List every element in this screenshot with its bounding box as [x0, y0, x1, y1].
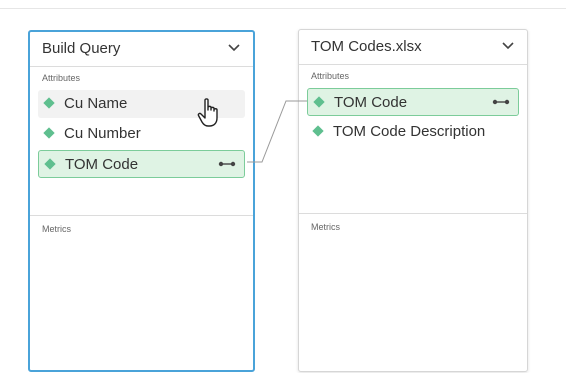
attribute-item-tom-code[interactable]: TOM Code [307, 88, 519, 116]
panel-title: Build Query [42, 40, 121, 57]
attribute-label: Cu Number [64, 125, 141, 142]
attribute-icon [44, 158, 56, 170]
tom-codes-panel: TOM Codes.xlsx Attributes TOM Code TOM C… [298, 29, 528, 372]
attribute-icon [313, 96, 325, 108]
attributes-section-label: Attributes [42, 73, 81, 83]
attribute-icon [43, 127, 55, 139]
attributes-section-label: Attributes [311, 71, 350, 81]
attribute-label: TOM Code [334, 94, 408, 111]
hand-pointer-icon [197, 98, 218, 127]
attribute-item-tom-code-description[interactable]: TOM Code Description [307, 118, 519, 146]
panel-title: TOM Codes.xlsx [311, 38, 422, 55]
section-divider [299, 213, 527, 214]
build-query-panel: Build Query Attributes Cu Name Cu Number… [28, 30, 255, 372]
link-icon [492, 99, 510, 105]
metrics-section-label: Metrics [42, 224, 71, 234]
attribute-label: Cu Name [64, 95, 128, 112]
link-icon [218, 161, 236, 167]
metrics-section-label: Metrics [311, 222, 340, 232]
panel-header[interactable]: Build Query [30, 32, 253, 67]
chevron-down-icon[interactable] [227, 42, 241, 52]
attribute-label: TOM Code [65, 156, 139, 173]
section-divider [30, 215, 253, 216]
panel-header[interactable]: TOM Codes.xlsx [299, 30, 527, 65]
attribute-item-tom-code[interactable]: TOM Code [38, 150, 245, 178]
attribute-label: TOM Code Description [333, 123, 486, 140]
chevron-down-icon[interactable] [501, 40, 515, 50]
top-divider [0, 8, 566, 9]
attribute-icon [312, 125, 324, 137]
attribute-icon [43, 97, 55, 109]
